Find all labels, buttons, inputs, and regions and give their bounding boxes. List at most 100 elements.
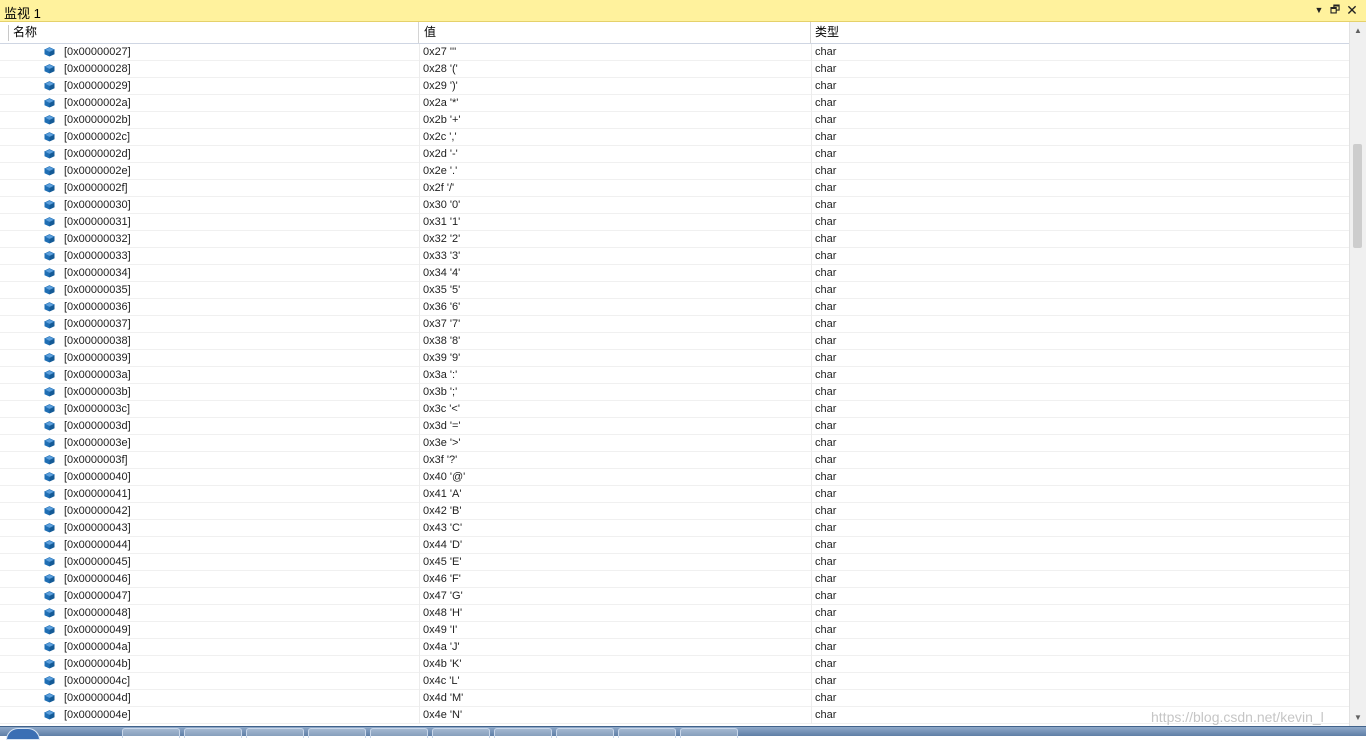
table-row[interactable]: [0x0000002b] 0x2b '+' char bbox=[0, 112, 1349, 129]
taskbar-button[interactable] bbox=[184, 728, 242, 738]
table-row[interactable]: [0x00000039] 0x39 '9' char bbox=[0, 350, 1349, 367]
row-value[interactable]: 0x3b ';' bbox=[423, 384, 457, 401]
table-row[interactable]: [0x00000049] 0x49 'I' char bbox=[0, 622, 1349, 639]
row-name[interactable]: [0x0000003f] bbox=[64, 452, 128, 469]
row-value[interactable]: 0x44 'D' bbox=[423, 537, 462, 554]
table-row[interactable]: [0x00000028] 0x28 '(' char bbox=[0, 61, 1349, 78]
table-row[interactable]: [0x00000043] 0x43 'C' char bbox=[0, 520, 1349, 537]
close-icon[interactable]: ✕ bbox=[1344, 2, 1360, 18]
table-row[interactable]: [0x0000002e] 0x2e '.' char bbox=[0, 163, 1349, 180]
row-name[interactable]: [0x00000045] bbox=[64, 554, 131, 571]
row-value[interactable]: 0x36 '6' bbox=[423, 299, 460, 316]
row-name[interactable]: [0x00000048] bbox=[64, 605, 131, 622]
row-name[interactable]: [0x0000004e] bbox=[64, 707, 131, 724]
row-name[interactable]: [0x00000028] bbox=[64, 61, 131, 78]
table-row[interactable]: [0x00000047] 0x47 'G' char bbox=[0, 588, 1349, 605]
row-value[interactable]: 0x2e '.' bbox=[423, 163, 457, 180]
row-value[interactable]: 0x3c '<' bbox=[423, 401, 460, 418]
table-row[interactable]: [0x00000045] 0x45 'E' char bbox=[0, 554, 1349, 571]
row-name[interactable]: [0x00000043] bbox=[64, 520, 131, 537]
row-value[interactable]: 0x34 '4' bbox=[423, 265, 460, 282]
row-value[interactable]: 0x4b 'K' bbox=[423, 656, 461, 673]
row-name[interactable]: [0x00000042] bbox=[64, 503, 131, 520]
row-value[interactable]: 0x2c ',' bbox=[423, 129, 457, 146]
row-value[interactable]: 0x2d '-' bbox=[423, 146, 458, 163]
row-name[interactable]: [0x00000039] bbox=[64, 350, 131, 367]
table-row[interactable]: [0x00000042] 0x42 'B' char bbox=[0, 503, 1349, 520]
row-value[interactable]: 0x28 '(' bbox=[423, 61, 458, 78]
table-row[interactable]: [0x0000004c] 0x4c 'L' char bbox=[0, 673, 1349, 690]
table-row[interactable]: [0x00000032] 0x32 '2' char bbox=[0, 231, 1349, 248]
row-name[interactable]: [0x0000004b] bbox=[64, 656, 131, 673]
taskbar-button[interactable] bbox=[494, 728, 552, 738]
column-header-value[interactable]: 值 bbox=[419, 22, 811, 43]
row-name[interactable]: [0x00000049] bbox=[64, 622, 131, 639]
row-value[interactable]: 0x2b '+' bbox=[423, 112, 461, 129]
row-name[interactable]: [0x0000002e] bbox=[64, 163, 131, 180]
row-name[interactable]: [0x0000003c] bbox=[64, 401, 130, 418]
row-value[interactable]: 0x27 ''' bbox=[423, 44, 456, 61]
row-name[interactable]: [0x0000003b] bbox=[64, 384, 131, 401]
taskbar-button[interactable] bbox=[122, 728, 180, 738]
restore-icon[interactable]: 🗗 bbox=[1327, 2, 1343, 18]
taskbar-button[interactable] bbox=[618, 728, 676, 738]
taskbar-button[interactable] bbox=[370, 728, 428, 738]
table-row[interactable]: [0x0000003f] 0x3f '?' char bbox=[0, 452, 1349, 469]
row-name[interactable]: [0x0000002d] bbox=[64, 146, 131, 163]
table-row[interactable]: [0x0000004a] 0x4a 'J' char bbox=[0, 639, 1349, 656]
table-row[interactable]: [0x00000029] 0x29 ')' char bbox=[0, 78, 1349, 95]
row-value[interactable]: 0x3f '?' bbox=[423, 452, 457, 469]
row-name[interactable]: [0x00000036] bbox=[64, 299, 131, 316]
taskbar-button[interactable] bbox=[308, 728, 366, 738]
row-value[interactable]: 0x46 'F' bbox=[423, 571, 461, 588]
row-name[interactable]: [0x00000047] bbox=[64, 588, 131, 605]
row-value[interactable]: 0x29 ')' bbox=[423, 78, 458, 95]
table-row[interactable]: [0x00000046] 0x46 'F' char bbox=[0, 571, 1349, 588]
table-row[interactable]: [0x0000003d] 0x3d '=' char bbox=[0, 418, 1349, 435]
row-name[interactable]: [0x00000027] bbox=[64, 44, 131, 61]
table-row[interactable]: [0x00000037] 0x37 '7' char bbox=[0, 316, 1349, 333]
taskbar-button[interactable] bbox=[246, 728, 304, 738]
row-name[interactable]: [0x00000041] bbox=[64, 486, 131, 503]
row-value[interactable]: 0x3a ':' bbox=[423, 367, 457, 384]
row-value[interactable]: 0x3d '=' bbox=[423, 418, 461, 435]
row-name[interactable]: [0x0000004a] bbox=[64, 639, 131, 656]
row-name[interactable]: [0x0000004c] bbox=[64, 673, 130, 690]
table-row[interactable]: [0x00000040] 0x40 '@' char bbox=[0, 469, 1349, 486]
column-header-name[interactable]: 名称 bbox=[9, 22, 419, 43]
table-row[interactable]: [0x00000044] 0x44 'D' char bbox=[0, 537, 1349, 554]
row-value[interactable]: 0x49 'I' bbox=[423, 622, 457, 639]
row-value[interactable]: 0x33 '3' bbox=[423, 248, 460, 265]
row-name[interactable]: [0x0000003e] bbox=[64, 435, 131, 452]
row-value[interactable]: 0x30 '0' bbox=[423, 197, 460, 214]
row-value[interactable]: 0x31 '1' bbox=[423, 214, 460, 231]
table-row[interactable]: [0x00000036] 0x36 '6' char bbox=[0, 299, 1349, 316]
row-name[interactable]: [0x0000003d] bbox=[64, 418, 131, 435]
row-value[interactable]: 0x37 '7' bbox=[423, 316, 460, 333]
row-name[interactable]: [0x00000029] bbox=[64, 78, 131, 95]
row-name[interactable]: [0x0000002b] bbox=[64, 112, 131, 129]
row-name[interactable]: [0x00000035] bbox=[64, 282, 131, 299]
scroll-down-icon[interactable]: ▼ bbox=[1350, 709, 1366, 726]
table-row[interactable]: [0x0000002f] 0x2f '/' char bbox=[0, 180, 1349, 197]
table-row[interactable]: [0x00000034] 0x34 '4' char bbox=[0, 265, 1349, 282]
row-name[interactable]: [0x0000002c] bbox=[64, 129, 130, 146]
row-value[interactable]: 0x40 '@' bbox=[423, 469, 465, 486]
row-value[interactable]: 0x4e 'N' bbox=[423, 707, 462, 724]
row-value[interactable]: 0x48 'H' bbox=[423, 605, 462, 622]
table-row[interactable]: [0x0000002a] 0x2a '*' char bbox=[0, 95, 1349, 112]
row-name[interactable]: [0x0000002a] bbox=[64, 95, 131, 112]
row-value[interactable]: 0x2f '/' bbox=[423, 180, 454, 197]
table-row[interactable]: [0x0000002c] 0x2c ',' char bbox=[0, 129, 1349, 146]
row-name[interactable]: [0x00000031] bbox=[64, 214, 131, 231]
table-row[interactable]: [0x00000048] 0x48 'H' char bbox=[0, 605, 1349, 622]
vertical-scrollbar[interactable]: ▲ ▼ bbox=[1349, 22, 1366, 726]
row-name[interactable]: [0x0000002f] bbox=[64, 180, 128, 197]
table-row[interactable]: [0x00000033] 0x33 '3' char bbox=[0, 248, 1349, 265]
row-name[interactable]: [0x00000030] bbox=[64, 197, 131, 214]
row-value[interactable]: 0x4c 'L' bbox=[423, 673, 460, 690]
table-row[interactable]: [0x0000004b] 0x4b 'K' char bbox=[0, 656, 1349, 673]
row-value[interactable]: 0x41 'A' bbox=[423, 486, 461, 503]
column-header-type[interactable]: 类型 bbox=[811, 22, 1349, 43]
start-button[interactable] bbox=[6, 728, 40, 740]
